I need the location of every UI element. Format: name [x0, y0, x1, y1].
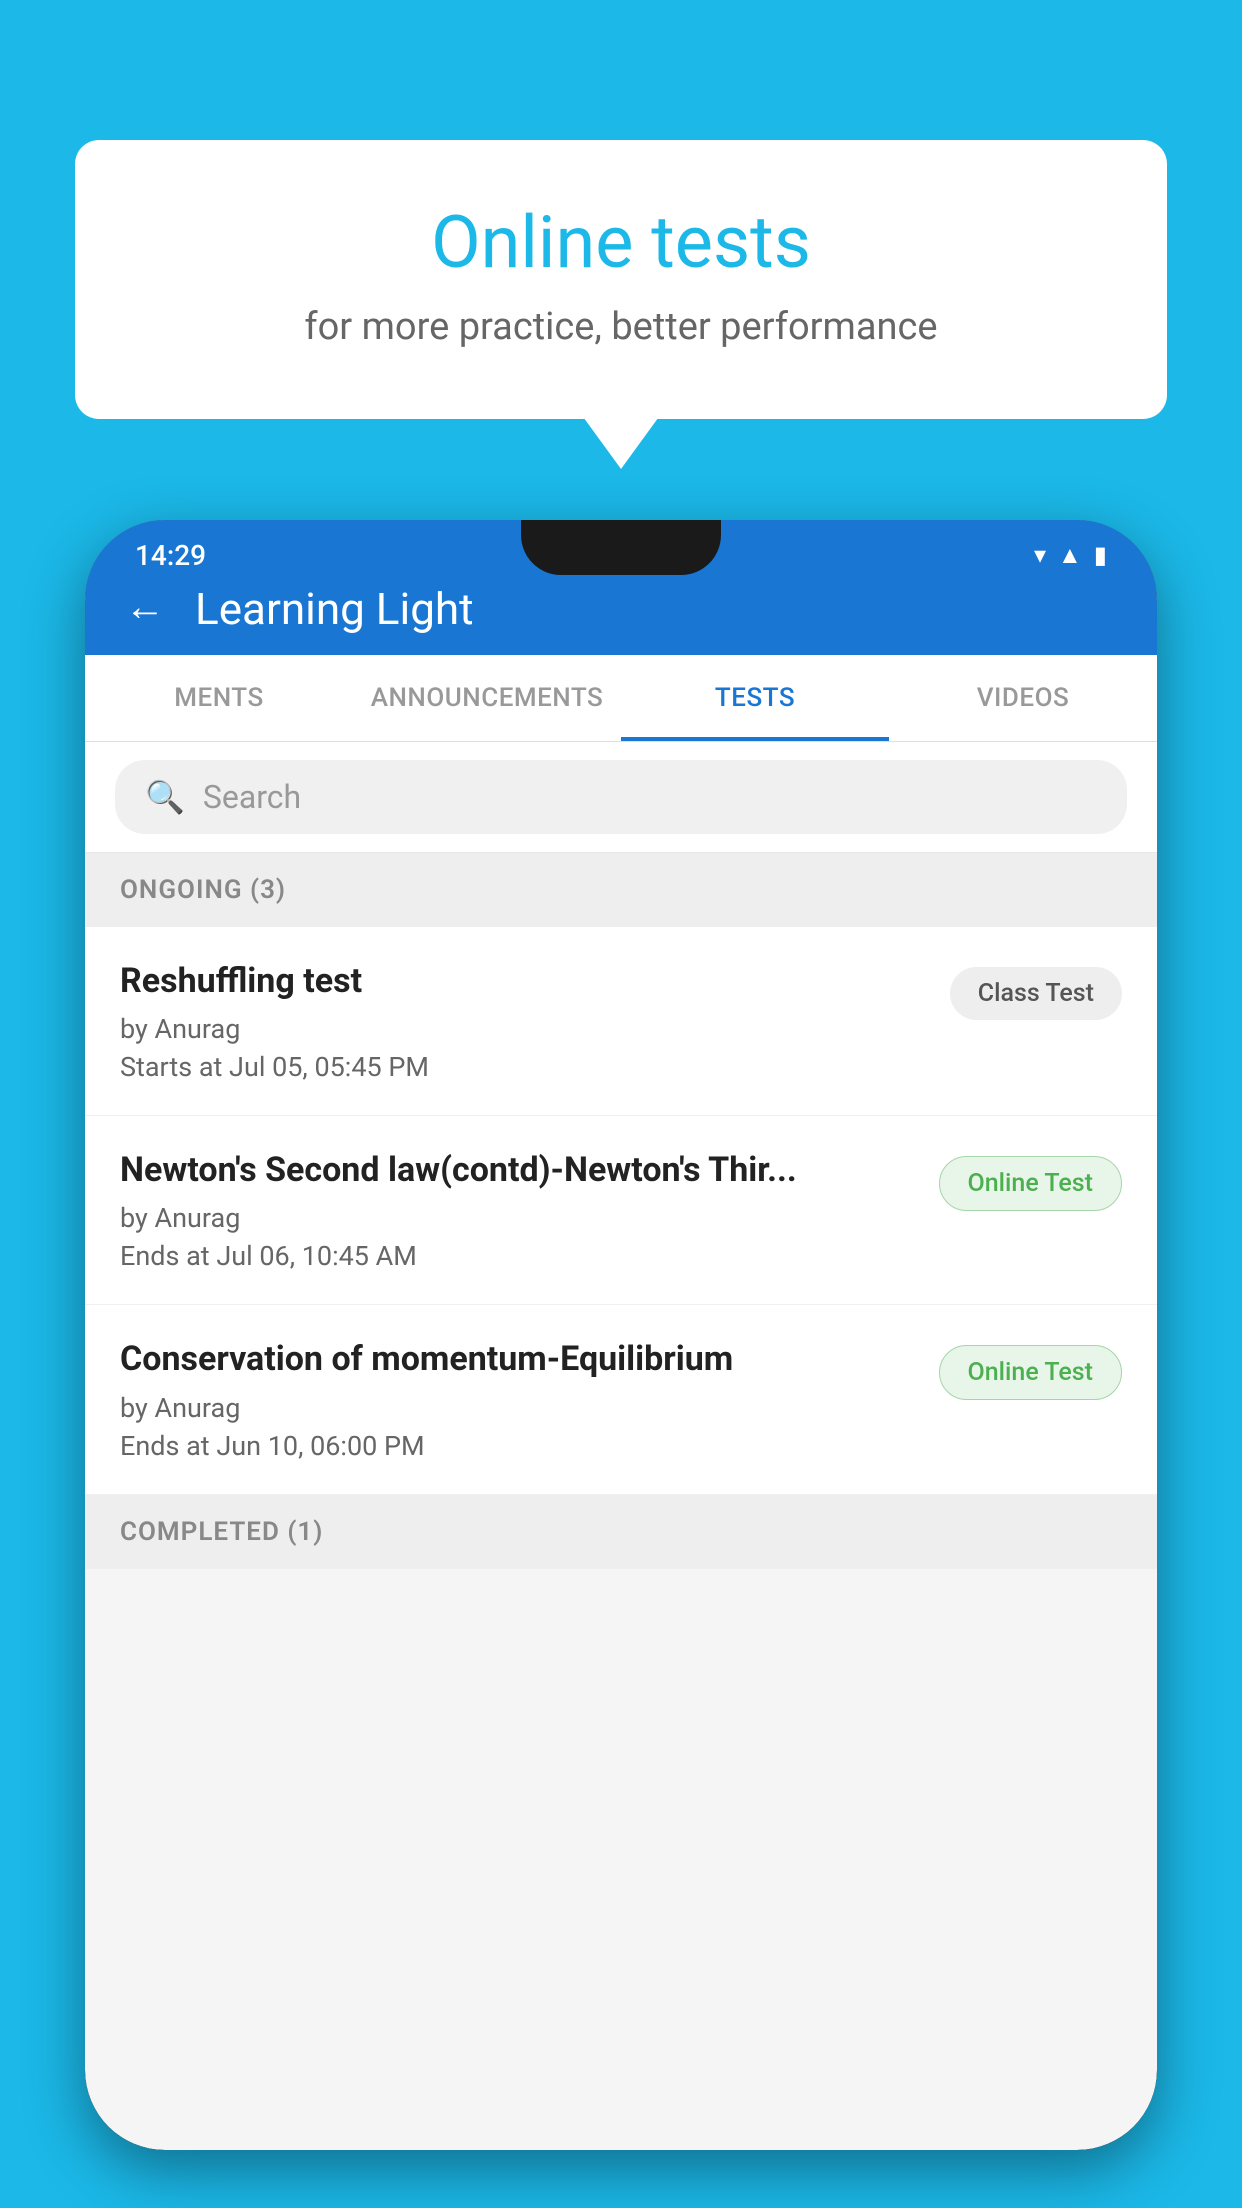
test-author-conservation: by Anurag: [120, 1392, 919, 1424]
search-box[interactable]: 🔍 Search: [115, 760, 1127, 834]
phone-notch: [521, 520, 721, 575]
test-title-conservation: Conservation of momentum-Equilibrium: [120, 1337, 919, 1381]
test-badge-newton: Online Test: [939, 1156, 1122, 1211]
tab-videos[interactable]: VIDEOS: [889, 655, 1157, 741]
test-info-newton: Newton's Second law(contd)-Newton's Thir…: [120, 1148, 939, 1272]
test-list: Reshuffling test by Anurag Starts at Jul…: [85, 927, 1157, 1495]
tab-tests[interactable]: TESTS: [621, 655, 889, 741]
online-tests-subtitle: for more practice, better performance: [155, 305, 1087, 349]
search-container: 🔍 Search: [85, 742, 1157, 853]
test-info-conservation: Conservation of momentum-Equilibrium by …: [120, 1337, 939, 1461]
phone-wrapper: 14:29 ▾ ▲ ▮ ← Learning Light MENTS ANNOU…: [85, 520, 1157, 2208]
phone-frame: 14:29 ▾ ▲ ▮ ← Learning Light MENTS ANNOU…: [85, 520, 1157, 2150]
speech-bubble: Online tests for more practice, better p…: [75, 140, 1167, 419]
test-item-reshuffling[interactable]: Reshuffling test by Anurag Starts at Jul…: [85, 927, 1157, 1116]
ongoing-section-header: ONGOING (3): [85, 853, 1157, 927]
test-item-newton[interactable]: Newton's Second law(contd)-Newton's Thir…: [85, 1116, 1157, 1305]
test-title-reshuffling: Reshuffling test: [120, 959, 930, 1003]
battery-icon: ▮: [1094, 541, 1107, 569]
test-author-newton: by Anurag: [120, 1202, 919, 1234]
status-time: 14:29: [135, 539, 206, 572]
tabs-bar: MENTS ANNOUNCEMENTS TESTS VIDEOS: [85, 655, 1157, 742]
test-badge-reshuffling: Class Test: [950, 967, 1122, 1020]
search-input[interactable]: Search: [203, 778, 301, 816]
test-title-newton: Newton's Second law(contd)-Newton's Thir…: [120, 1148, 919, 1192]
test-time-newton: Ends at Jul 06, 10:45 AM: [120, 1240, 919, 1272]
app-screen: 14:29 ▾ ▲ ▮ ← Learning Light MENTS ANNOU…: [85, 520, 1157, 2150]
tab-ments[interactable]: MENTS: [85, 655, 353, 741]
test-author-reshuffling: by Anurag: [120, 1013, 930, 1045]
back-button[interactable]: ←: [125, 583, 165, 630]
test-item-conservation[interactable]: Conservation of momentum-Equilibrium by …: [85, 1305, 1157, 1494]
status-icons: ▾ ▲ ▮: [1034, 541, 1107, 570]
wifi-icon: ▾: [1034, 541, 1046, 569]
app-title: Learning Light: [195, 583, 474, 635]
online-tests-title: Online tests: [155, 200, 1087, 285]
search-icon: 🔍: [145, 778, 185, 816]
completed-section-header: COMPLETED (1): [85, 1495, 1157, 1569]
test-badge-conservation: Online Test: [939, 1345, 1122, 1400]
test-time-conservation: Ends at Jun 10, 06:00 PM: [120, 1430, 919, 1462]
test-time-reshuffling: Starts at Jul 05, 05:45 PM: [120, 1051, 930, 1083]
tab-announcements[interactable]: ANNOUNCEMENTS: [353, 655, 621, 741]
test-info-reshuffling: Reshuffling test by Anurag Starts at Jul…: [120, 959, 950, 1083]
signal-icon: ▲: [1058, 541, 1082, 570]
